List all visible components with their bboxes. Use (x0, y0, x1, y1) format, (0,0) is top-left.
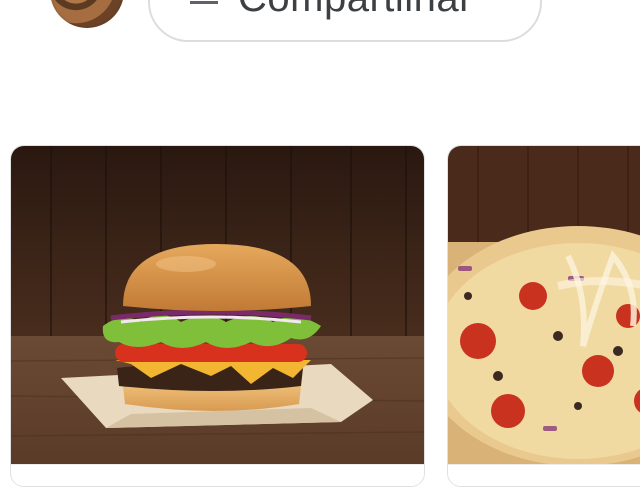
share-icon (190, 0, 218, 4)
avatar[interactable] (50, 0, 124, 28)
pizza-image (448, 146, 640, 464)
share-label: Compartilhar (238, 0, 473, 18)
burger-card-footer (11, 464, 424, 486)
burger-image (11, 146, 424, 464)
card-pizza[interactable] (447, 145, 640, 487)
share-button[interactable]: Compartilhar (148, 0, 542, 42)
card-burger[interactable] (10, 145, 425, 487)
pizza-card-footer (448, 464, 640, 486)
